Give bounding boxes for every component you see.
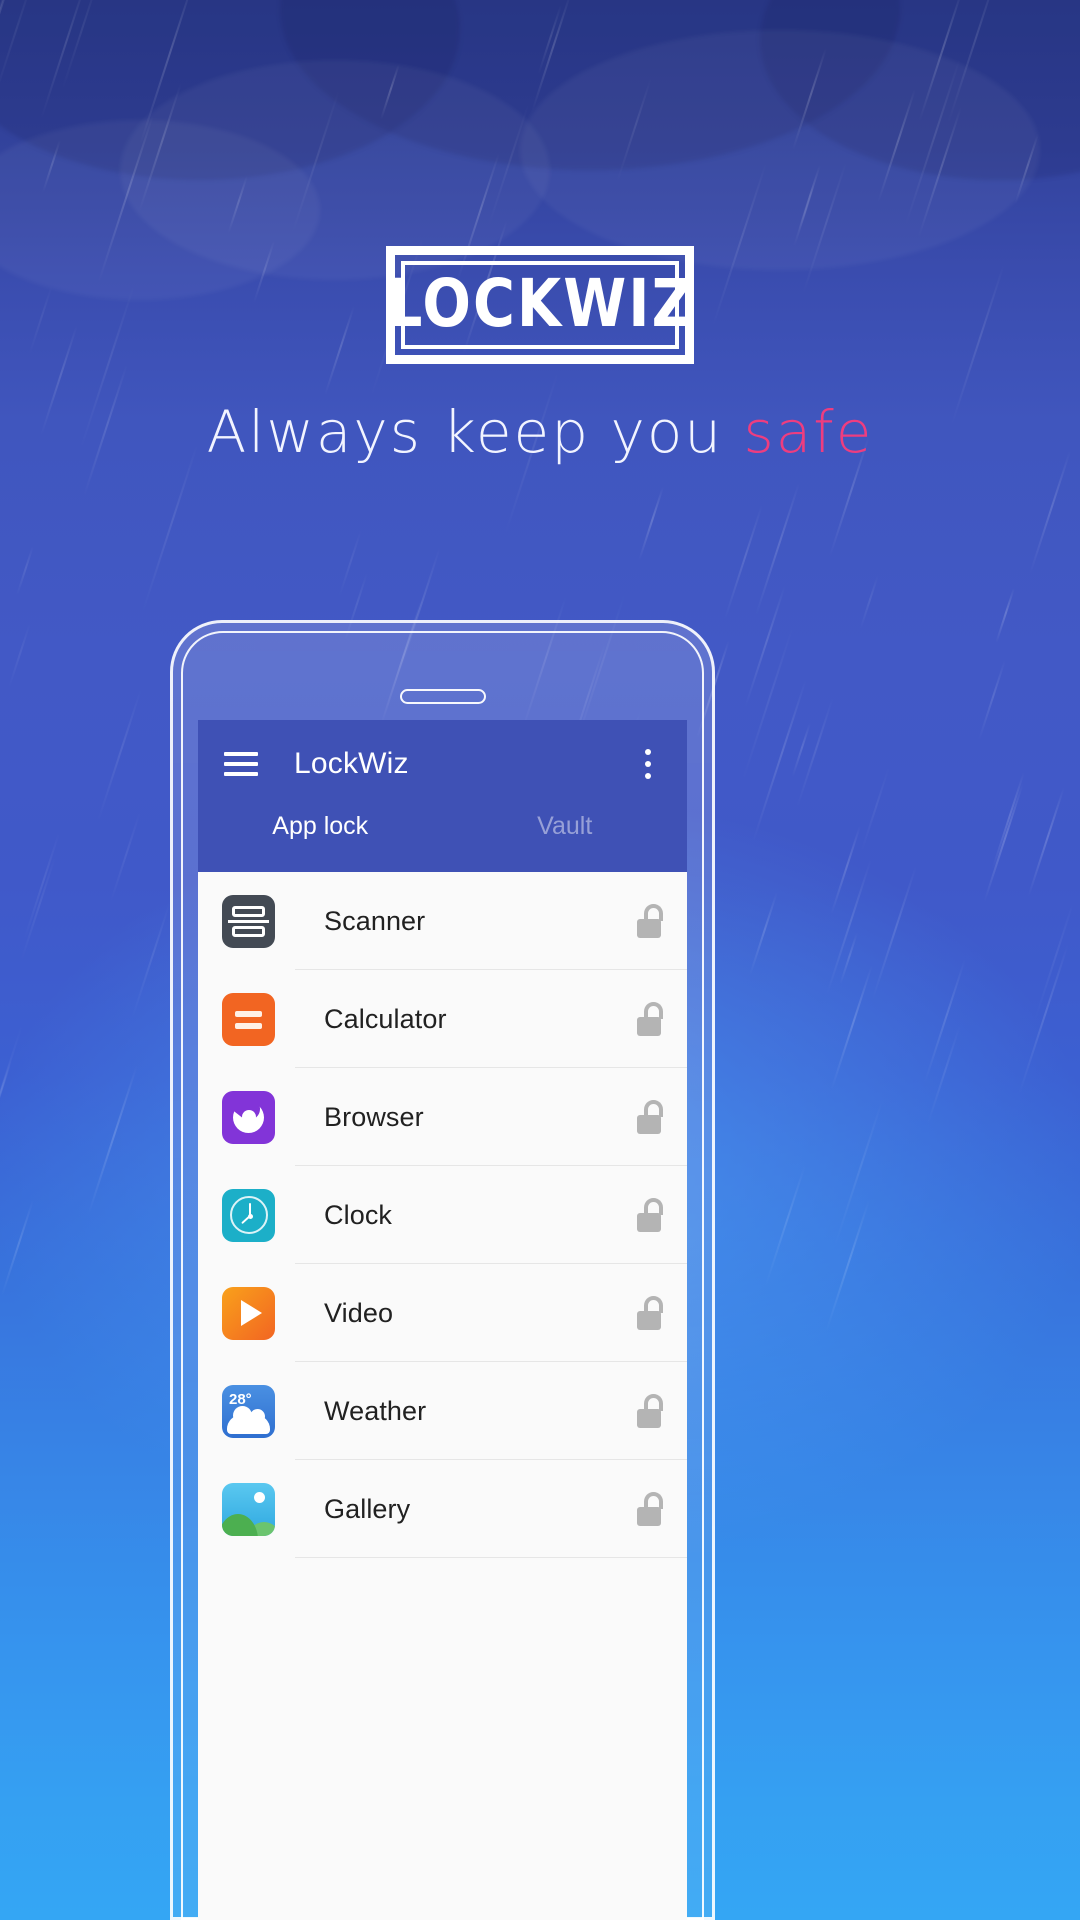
rain-streak: [830, 964, 874, 1090]
list-item-label: Scanner: [324, 905, 426, 936]
unlock-icon[interactable]: [635, 1198, 665, 1232]
rain-streak: [744, 584, 786, 708]
list-item[interactable]: Gallery: [198, 1460, 687, 1558]
tagline: Always keep you safe: [0, 398, 1080, 466]
list-item[interactable]: Video: [198, 1264, 687, 1362]
rain-streak: [0, 1024, 23, 1157]
browser-icon: [222, 1090, 275, 1144]
cloud-shape: [520, 30, 1040, 270]
more-vert-icon[interactable]: [635, 747, 661, 781]
rain-streak: [1026, 786, 1065, 898]
unlock-icon[interactable]: [635, 904, 665, 938]
rain-streak: [723, 504, 763, 620]
rain-streak: [825, 858, 872, 997]
rain-streak: [108, 811, 141, 906]
overflow-dot: [645, 773, 651, 779]
weather-icon: 28°: [222, 1384, 275, 1438]
rain-streak: [991, 771, 1025, 870]
overflow-dot: [645, 749, 651, 755]
tab-vault[interactable]: Vault: [443, 808, 688, 872]
rain-streak: [755, 482, 801, 616]
unlock-icon[interactable]: [635, 1394, 665, 1428]
unlock-icon[interactable]: [635, 1296, 665, 1330]
rain-streak: [995, 588, 1016, 645]
rain-streak: [748, 891, 778, 976]
rain-streak: [1029, 450, 1071, 574]
list-item-label: Calculator: [324, 1003, 447, 1034]
rain-streak: [923, 958, 966, 1085]
rain-streak: [859, 574, 880, 630]
phone-screen: LockWiz App lock Vault Scanner Calculato…: [198, 720, 687, 1920]
rain-streak: [871, 865, 918, 1001]
tagline-prefix: Always keep you: [206, 398, 744, 466]
rain-streak: [977, 659, 1006, 740]
logo-text: LOCKWIZ: [385, 266, 695, 343]
weather-temperature: 28°: [229, 1390, 252, 1408]
list-item-label: Gallery: [324, 1493, 411, 1524]
logo-frame: LOCKWIZ: [385, 246, 695, 364]
rain-streak: [22, 832, 60, 941]
unlock-icon[interactable]: [635, 1100, 665, 1134]
rain-streak: [764, 1164, 806, 1286]
app-title: LockWiz: [294, 747, 409, 780]
list-item-label: Clock: [324, 1199, 393, 1230]
list-item[interactable]: Browser: [198, 1068, 687, 1166]
app-bar: LockWiz App lock Vault: [198, 720, 687, 872]
rain-streak: [131, 902, 172, 1019]
tab-app-lock[interactable]: App lock: [198, 808, 443, 872]
tagline-highlight: safe: [743, 398, 874, 466]
earpiece-speaker: [399, 689, 486, 704]
scanner-icon: [222, 894, 275, 948]
rain-streak: [15, 545, 34, 597]
rain-streak: [20, 856, 56, 961]
list-item[interactable]: Clock: [198, 1166, 687, 1264]
phone-mockup: LockWiz App lock Vault Scanner Calculato…: [170, 620, 715, 1920]
rain-streak: [742, 625, 795, 782]
rain-streak: [1018, 943, 1069, 1095]
list-item-label: Browser: [324, 1101, 424, 1132]
list-item-label: Weather: [324, 1395, 427, 1426]
tab-bar: App lock Vault: [198, 808, 687, 872]
list-item[interactable]: 28° Weather: [198, 1362, 687, 1460]
hamburger-line: [224, 752, 258, 756]
list-item[interactable]: Calculator: [198, 970, 687, 1068]
hamburger-line: [224, 762, 258, 766]
rain-streak: [824, 1199, 870, 1332]
rain-streak: [1033, 899, 1075, 1020]
hamburger-icon[interactable]: [224, 752, 258, 776]
rain-streak: [141, 444, 198, 613]
rain-streak: [982, 782, 1024, 904]
calculator-icon: [222, 992, 275, 1046]
rain-streak: [8, 623, 32, 689]
rain-streak: [0, 1060, 13, 1123]
gallery-icon: [222, 1482, 275, 1536]
rain-streak: [338, 529, 363, 598]
hamburger-line: [224, 772, 258, 776]
clock-icon: [222, 1188, 275, 1242]
unlock-icon[interactable]: [635, 1492, 665, 1526]
list-item[interactable]: Scanner: [198, 872, 687, 970]
video-icon: [222, 1286, 275, 1340]
rain-streak: [860, 766, 890, 852]
app-lock-list: Scanner Calculator Browser Clock Video 2…: [198, 872, 687, 1558]
rain-streak: [0, 1200, 34, 1297]
app-bar-top-row: LockWiz: [198, 720, 687, 808]
rain-streak: [796, 696, 835, 808]
logo: LOCKWIZ: [0, 246, 1080, 364]
unlock-icon[interactable]: [635, 1002, 665, 1036]
rain-streak: [927, 1024, 962, 1125]
list-item-label: Video: [324, 1297, 394, 1328]
rain-streak: [86, 1064, 138, 1216]
rain-streak: [638, 486, 664, 561]
overflow-dot: [645, 761, 651, 767]
rain-streak: [97, 688, 143, 822]
